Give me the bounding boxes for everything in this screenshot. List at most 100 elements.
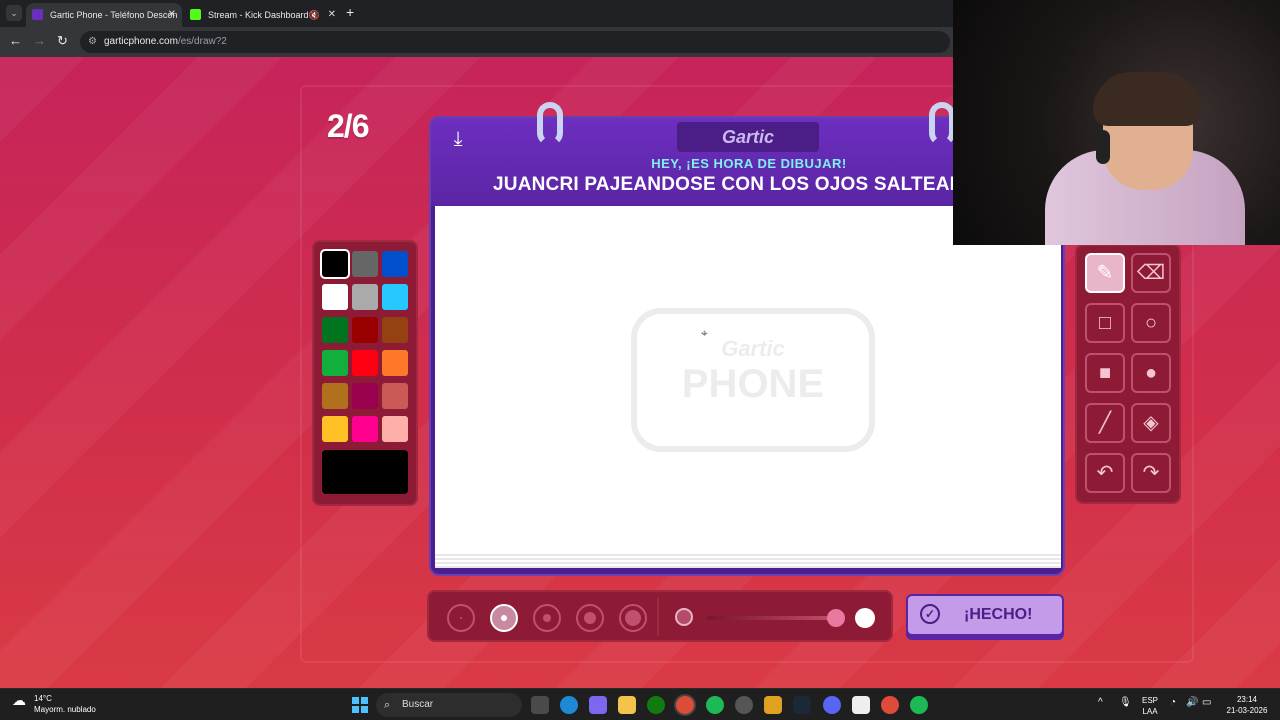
volume-icon[interactable]: 🔊 (1186, 697, 1198, 708)
windows-start-icon[interactable] (352, 697, 368, 713)
windows-taskbar: ☁ 14°C Mayorm. nublado ⌕ Buscar ^ 🎙 ESP … (0, 688, 1280, 720)
color-swatch[interactable] (320, 249, 350, 279)
site-info-icon[interactable]: ⚙ (88, 31, 97, 53)
color-swatch[interactable] (322, 350, 348, 376)
opacity-slider-thumb[interactable] (827, 609, 845, 627)
keyboard-layout: LAA (1142, 707, 1158, 716)
back-icon[interactable]: ← (9, 33, 22, 48)
weather-widget[interactable]: ☁ 14°C Mayorm. nublado (12, 693, 96, 715)
url-path: /es/draw?2 (177, 36, 227, 47)
tab-gartic-phone[interactable]: Gartic Phone - Teléfono Descon ✕ (26, 3, 182, 27)
color-swatch[interactable] (382, 416, 408, 442)
brush-size-3[interactable] (533, 604, 561, 632)
drawing-canvas[interactable]: Gartic PHONE ⌖ (435, 206, 1061, 554)
crosshair-cursor-icon: ⌖ (701, 326, 708, 340)
url-domain: garticphone.com (104, 36, 178, 47)
notebook-ring (537, 102, 563, 146)
new-tab-button[interactable]: + (346, 4, 354, 20)
color-swatch[interactable] (382, 284, 408, 310)
color-swatch[interactable] (352, 416, 378, 442)
color-swatch[interactable] (352, 383, 378, 409)
opacity-min-icon (675, 608, 693, 626)
color-swatch[interactable] (382, 251, 408, 277)
gartic-logo: Gartic (677, 122, 819, 152)
spotify-icon[interactable] (706, 696, 724, 714)
brush-size-1[interactable] (447, 604, 475, 632)
close-tab-icon[interactable]: ✕ (168, 3, 176, 27)
color-swatch[interactable] (382, 317, 408, 343)
rectangle-filled-tool-icon[interactable]: ■ (1085, 353, 1125, 393)
discord-icon[interactable] (823, 696, 841, 714)
steam-icon[interactable] (793, 696, 811, 714)
clock-date: 21-03-2026 (1226, 706, 1268, 715)
brush-size-2[interactable] (490, 604, 518, 632)
forward-icon[interactable]: → (33, 33, 46, 48)
copilot-icon[interactable] (589, 696, 607, 714)
chevron-up-icon[interactable]: ^ (1098, 697, 1103, 708)
ellipse-outline-tool-icon[interactable]: ○ (1131, 303, 1171, 343)
ellipse-filled-tool-icon[interactable]: ● (1131, 353, 1171, 393)
headset-icon (1096, 130, 1110, 164)
color-swatch[interactable] (352, 251, 378, 277)
brush-size-4[interactable] (576, 604, 604, 632)
battery-icon[interactable]: ▭ (1202, 697, 1211, 708)
fill-bucket-tool-icon[interactable]: ◈ (1131, 403, 1171, 443)
color-swatch[interactable] (322, 383, 348, 409)
xbox-icon[interactable] (647, 696, 665, 714)
spotify-icon[interactable] (910, 696, 928, 714)
line-tool-icon[interactable]: ╱ (1085, 403, 1125, 443)
tab-kick-dashboard[interactable]: Stream - Kick Dashboard 🔇 ✕ (184, 3, 342, 27)
tab-title: Stream - Kick Dashboard (208, 10, 309, 20)
close-tab-icon[interactable]: ✕ (328, 3, 336, 27)
reload-icon[interactable]: ↻ (57, 33, 68, 49)
obs-icon[interactable] (735, 696, 753, 714)
undo-icon[interactable]: ↶ (1085, 453, 1125, 493)
chrome-icon[interactable] (676, 696, 694, 714)
done-button[interactable]: ✓ ¡HECHO! (906, 594, 1064, 636)
clock[interactable]: 23:14 21-03-2026 (1222, 694, 1272, 716)
round-counter: 2/6 (327, 108, 369, 144)
color-swatch[interactable] (352, 350, 378, 376)
color-swatch[interactable] (322, 284, 348, 310)
clock-time: 23:14 (1236, 695, 1258, 704)
redo-icon[interactable]: ↷ (1131, 453, 1171, 493)
color-swatch[interactable] (352, 317, 378, 343)
pencil-tool-icon[interactable]: ✎ (1085, 253, 1125, 293)
tab-search-button[interactable]: ⌄ (6, 5, 22, 21)
wifi-icon[interactable]: ◔ (1170, 697, 1176, 708)
notepad-icon[interactable] (852, 696, 870, 714)
language-indicator[interactable]: ESP LAA (1138, 695, 1162, 717)
divider (657, 598, 659, 636)
microphone-icon[interactable]: 🎙 (1119, 697, 1132, 708)
task-view-icon[interactable] (531, 696, 549, 714)
check-icon: ✓ (920, 604, 940, 624)
color-swatch[interactable] (382, 383, 408, 409)
file-explorer-icon[interactable] (618, 696, 636, 714)
search-icon: ⌕ (384, 699, 391, 711)
edge-icon[interactable] (560, 696, 578, 714)
download-icon[interactable]: ⤓ (445, 128, 471, 154)
current-color-preview (322, 450, 408, 494)
chrome-icon[interactable] (881, 696, 899, 714)
color-swatch[interactable] (352, 284, 378, 310)
rectangle-outline-tool-icon[interactable]: □ (1085, 303, 1125, 343)
watermark-top: Gartic (721, 336, 785, 361)
watermark-bottom: PHONE (681, 362, 825, 406)
notebook-ring (929, 102, 955, 146)
color-swatch[interactable] (322, 416, 348, 442)
medal-icon[interactable] (764, 696, 782, 714)
gartic-favicon-icon (32, 9, 43, 20)
brush-size-bar (427, 590, 893, 642)
weather-condition: Mayorm. nublado (34, 705, 96, 714)
eraser-tool-icon[interactable]: ⌫ (1131, 253, 1171, 293)
taskbar-search[interactable]: ⌕ Buscar (376, 693, 522, 717)
streamer-hair (1093, 72, 1201, 126)
opacity-slider[interactable] (707, 616, 839, 620)
search-placeholder: Buscar (402, 699, 434, 710)
address-bar[interactable]: ⚙ garticphone.com/es/draw?2 (80, 31, 950, 53)
notebook-pages (435, 554, 1061, 568)
color-swatch[interactable] (322, 317, 348, 343)
mute-tab-icon[interactable]: 🔇 (309, 3, 320, 27)
color-swatch[interactable] (382, 350, 408, 376)
brush-size-5[interactable] (619, 604, 647, 632)
